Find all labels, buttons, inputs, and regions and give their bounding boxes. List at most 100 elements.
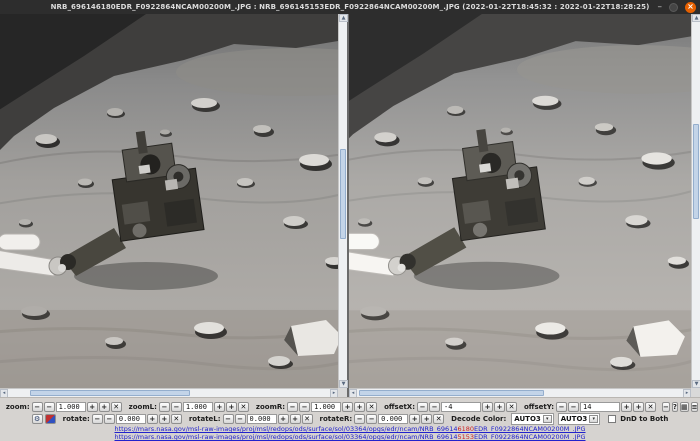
url-prefix: https://mars.nasa.gov/msl-raw-images/pro…	[114, 433, 457, 441]
offsetY-decrement-large-button[interactable]: −	[556, 402, 567, 412]
help-button[interactable]: ?	[672, 402, 678, 412]
rotate-increment-button[interactable]: +	[147, 414, 158, 424]
rotate-decrement-button[interactable]: −	[104, 414, 115, 424]
rotateR-reset-button[interactable]: ✕	[433, 414, 444, 424]
zoomR-value-field[interactable]	[311, 402, 341, 412]
left-hscroll-thumb[interactable]	[30, 390, 190, 396]
scroll-up-icon[interactable]: ▲	[692, 14, 700, 22]
right-hscroll-thumb[interactable]	[359, 390, 544, 396]
zoomL-value-field[interactable]	[183, 402, 213, 412]
zoom-increment-large-button[interactable]: +	[99, 402, 110, 412]
offsetX-reset-button[interactable]: ✕	[506, 402, 517, 412]
rotateL-label: rotateL:	[189, 415, 221, 423]
scroll-down-icon[interactable]: ▼	[692, 380, 700, 388]
settings-button[interactable]: ⚙	[32, 414, 43, 424]
rotateR-decrement-large-button[interactable]: −	[354, 414, 365, 424]
rotateR-value-field[interactable]	[378, 414, 408, 424]
offsetY-reset-button[interactable]: ✕	[645, 402, 656, 412]
offsetY-value-field[interactable]	[580, 402, 620, 412]
zoomL-reset-button[interactable]: ✕	[238, 402, 249, 412]
left-vscroll-thumb[interactable]	[340, 149, 346, 239]
offsetY-increment-large-button[interactable]: +	[633, 402, 644, 412]
rotate-decode-row: ⚙ rotate: − − + + ✕ rotateL: − − + + ✕	[0, 413, 700, 424]
offsetY-increment-button[interactable]: +	[621, 402, 632, 412]
left-image-url-link[interactable]: https://mars.nasa.gov/msl-raw-images/pro…	[114, 425, 585, 432]
zoomL-decrement-large-button[interactable]: −	[159, 402, 170, 412]
rotate-value-field[interactable]	[116, 414, 146, 424]
maximize-button[interactable]	[669, 3, 678, 12]
zoom-value-field[interactable]	[56, 402, 86, 412]
zoomL-increment-button[interactable]: +	[214, 402, 225, 412]
layout-rows-button[interactable]: ≡	[691, 402, 699, 412]
zoomL-decrement-button[interactable]: −	[171, 402, 182, 412]
zoomR-increment-large-button[interactable]: +	[354, 402, 365, 412]
mars-navcam-image-right[interactable]	[349, 14, 691, 388]
control-panel: ⇱ − zoom: − − + + ✕ zoomL: − − + + ✕	[0, 397, 700, 438]
rotateR-increment-large-button[interactable]: +	[421, 414, 432, 424]
offsetX-decrement-button[interactable]: −	[429, 402, 440, 412]
rotateL-increment-button[interactable]: +	[278, 414, 289, 424]
rotateL-decrement-button[interactable]: −	[235, 414, 246, 424]
right-vscroll-thumb[interactable]	[693, 124, 699, 219]
rotate-decrement-large-button[interactable]: −	[92, 414, 103, 424]
collapse-panel-button[interactable]: −	[662, 402, 670, 412]
scroll-down-icon[interactable]: ▼	[339, 380, 348, 388]
rotate-reset-button[interactable]: ✕	[171, 414, 182, 424]
left-image-viewport[interactable]	[0, 14, 338, 388]
rotateL-increment-large-button[interactable]: +	[290, 414, 301, 424]
rotateL-reset-button[interactable]: ✕	[302, 414, 313, 424]
minimize-button[interactable]: –	[658, 3, 663, 12]
zoomR-decrement-large-button[interactable]: −	[287, 402, 298, 412]
right-vertical-scrollbar[interactable]: ▲ ▼	[691, 14, 700, 388]
zoom-increment-button[interactable]: +	[87, 402, 98, 412]
zoom-label: zoom:	[6, 403, 30, 411]
title-bar[interactable]: NRB_696146180EDR_F0922864NCAM00200M_.JPG…	[0, 0, 700, 14]
offsetX-decrement-large-button[interactable]: −	[417, 402, 428, 412]
left-image-link-row: https://mars.nasa.gov/msl-raw-images/pro…	[0, 425, 700, 432]
decode-color-label: Decode Color:	[451, 415, 506, 423]
offsetY-decrement-button[interactable]: −	[568, 402, 579, 412]
zoom-offset-row: ⇱ − zoom: − − + + ✕ zoomL: − − + + ✕	[0, 401, 700, 412]
scroll-up-icon[interactable]: ▲	[339, 14, 348, 22]
zoomR-increment-button[interactable]: +	[342, 402, 353, 412]
dnd-to-both-checkbox[interactable]	[608, 415, 616, 423]
zoomR-reset-button[interactable]: ✕	[366, 402, 377, 412]
rotateR-spinner: rotateR: − − + + ✕	[315, 414, 445, 424]
rotateR-decrement-button[interactable]: −	[366, 414, 377, 424]
window-controls: – ×	[658, 0, 697, 14]
rows-icon: ≡	[692, 403, 698, 411]
offsetX-value-field[interactable]	[441, 402, 481, 412]
decode-color-left-select[interactable]: AUTO3 ▾	[511, 413, 553, 425]
decode-color-left-value: AUTO3	[514, 415, 540, 423]
url-prefix: https://mars.nasa.gov/msl-raw-images/pro…	[114, 425, 457, 433]
mars-navcam-image-left[interactable]	[0, 14, 338, 388]
rotateL-value-field[interactable]	[247, 414, 277, 424]
zoomR-decrement-button[interactable]: −	[299, 402, 310, 412]
layout-grid-button[interactable]: ▦	[680, 402, 689, 412]
dnd-to-both-label: DnD to Both	[620, 415, 668, 423]
right-scrollbar-corner	[691, 388, 700, 397]
zoom-reset-button[interactable]: ✕	[111, 402, 122, 412]
zoom-decrement-button[interactable]: −	[44, 402, 55, 412]
left-vertical-scrollbar[interactable]: ▲ ▼	[338, 14, 347, 388]
grid-icon: ▦	[681, 403, 688, 411]
zoom-decrement-large-button[interactable]: −	[32, 402, 43, 412]
right-image-url-link[interactable]: https://mars.nasa.gov/msl-raw-images/pro…	[114, 433, 585, 440]
right-image-viewport[interactable]	[349, 14, 691, 388]
url-diff-highlight: 6180	[457, 425, 474, 433]
offsetX-increment-button[interactable]: +	[482, 402, 493, 412]
offsetX-spinner: offsetX: − − + + ✕	[379, 402, 517, 412]
image-compare-area: ▲ ▼ ◂ ▸ ▲ ▼ ◂ ▸	[0, 14, 700, 397]
rotate-increment-large-button[interactable]: +	[159, 414, 170, 424]
rotateL-decrement-large-button[interactable]: −	[223, 414, 234, 424]
zoomL-increment-large-button[interactable]: +	[226, 402, 237, 412]
color-swap-icon[interactable]	[45, 414, 56, 424]
decode-color-right-select[interactable]: AUTO3 ▾	[558, 413, 600, 425]
chevron-down-icon: ▾	[543, 415, 552, 423]
offsetX-increment-large-button[interactable]: +	[494, 402, 505, 412]
close-button[interactable]: ×	[685, 2, 696, 13]
rotateR-increment-button[interactable]: +	[409, 414, 420, 424]
rotate-spinner: rotate: − − + + ✕	[58, 414, 182, 424]
right-horizontal-scrollbar[interactable]: ◂ ▸	[349, 388, 691, 397]
left-horizontal-scrollbar[interactable]: ◂ ▸	[0, 388, 338, 397]
